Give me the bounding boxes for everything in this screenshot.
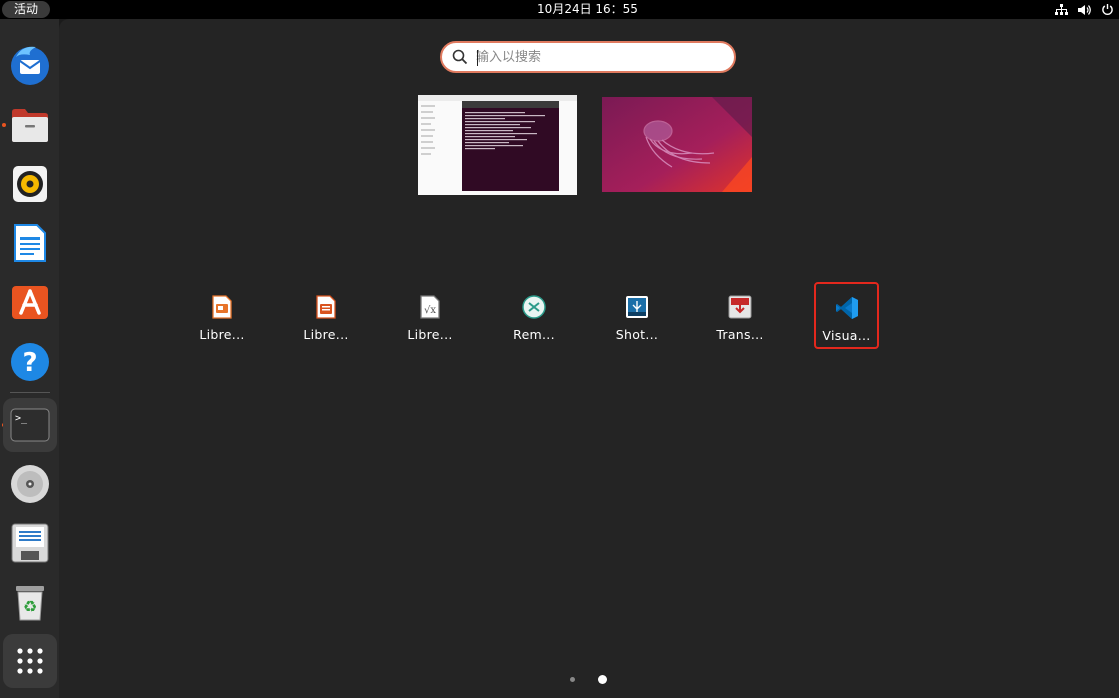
libreoffice-impress-icon [212,295,232,319]
libreoffice-impress-icon [316,295,336,319]
app-tile[interactable]: Shot... [606,285,668,349]
clock[interactable]: 10月24日 16：55 [480,0,695,19]
vscode-icon [835,297,858,319]
wallpaper-jellyfish-image [602,97,752,192]
app-label: Shot... [615,327,659,342]
svg-text:?: ? [22,348,37,378]
system-tray[interactable] [1054,0,1115,19]
app-label: Libre... [407,327,453,342]
top-bar: 活动 10月24日 16：55 [0,0,1119,19]
power-icon[interactable] [1100,2,1115,17]
terminal-icon: >_ [10,408,50,442]
search-icon [452,49,468,65]
workspace-thumbnail-2[interactable] [602,97,752,192]
files-icon [12,109,48,142]
dock-files[interactable] [3,98,57,152]
app-tile[interactable]: Rem... [503,285,565,349]
workspace-1-preview [418,95,577,195]
transmission-icon [728,295,752,319]
app-tile[interactable]: Trans... [709,285,771,349]
help-icon: ? [11,343,49,381]
app-label: Libre... [199,327,245,342]
remmina-icon [522,295,546,319]
svg-text:>_: >_ [15,413,28,424]
dock-disc[interactable] [3,457,57,511]
app-tile-vscode[interactable]: Visua... [814,282,879,349]
writer-icon [14,224,46,262]
svg-text:♻: ♻ [23,597,37,616]
disc-icon [11,465,49,503]
app-label: Libre... [303,327,349,342]
save-icon [11,523,49,563]
dock: ? >_ ♻ [0,19,59,698]
shotwell-icon [626,296,648,318]
volume-icon[interactable] [1077,2,1092,17]
app-label: Rem... [513,327,555,342]
dock-thunderbird[interactable] [3,38,57,92]
dock-software[interactable] [3,275,57,329]
software-icon [12,286,48,319]
dock-terminal[interactable]: >_ [3,398,57,452]
page-indicator-2-active[interactable] [598,675,607,684]
app-tile[interactable]: Libre... [191,285,253,349]
page-indicator-1[interactable] [570,677,575,682]
app-label: Visua... [822,328,871,343]
overview-workspace [59,19,1119,698]
dock-trash[interactable]: ♻ [3,575,57,629]
dock-writer[interactable] [3,216,57,270]
app-tile[interactable]: Libre... [295,285,357,349]
search-input[interactable] [476,45,716,69]
trash-icon: ♻ [16,586,44,621]
app-label: Trans... [716,327,764,342]
workspace-thumbnail-1[interactable] [418,95,577,195]
desktop-screen: 活动 10月24日 16：55 ? >_ ♻ 输入以搜索 Libre... Li… [0,0,1119,698]
dock-separator [10,392,50,393]
svg-text:√x: √x [424,305,436,316]
thunderbird-icon [11,46,49,85]
app-tile[interactable]: √x Libre... [399,285,461,349]
rhythmbox-icon [13,166,47,202]
libreoffice-math-icon: √x [420,295,440,319]
app-grid-icon [17,648,43,674]
dock-rhythmbox[interactable] [3,157,57,211]
search-box[interactable] [440,41,736,73]
dock-save[interactable] [3,516,57,570]
text-cursor [477,50,478,66]
show-applications-button[interactable] [3,634,57,688]
network-icon[interactable] [1054,2,1069,17]
activities-button[interactable]: 活动 [2,1,51,18]
dock-help[interactable]: ? [3,335,57,389]
